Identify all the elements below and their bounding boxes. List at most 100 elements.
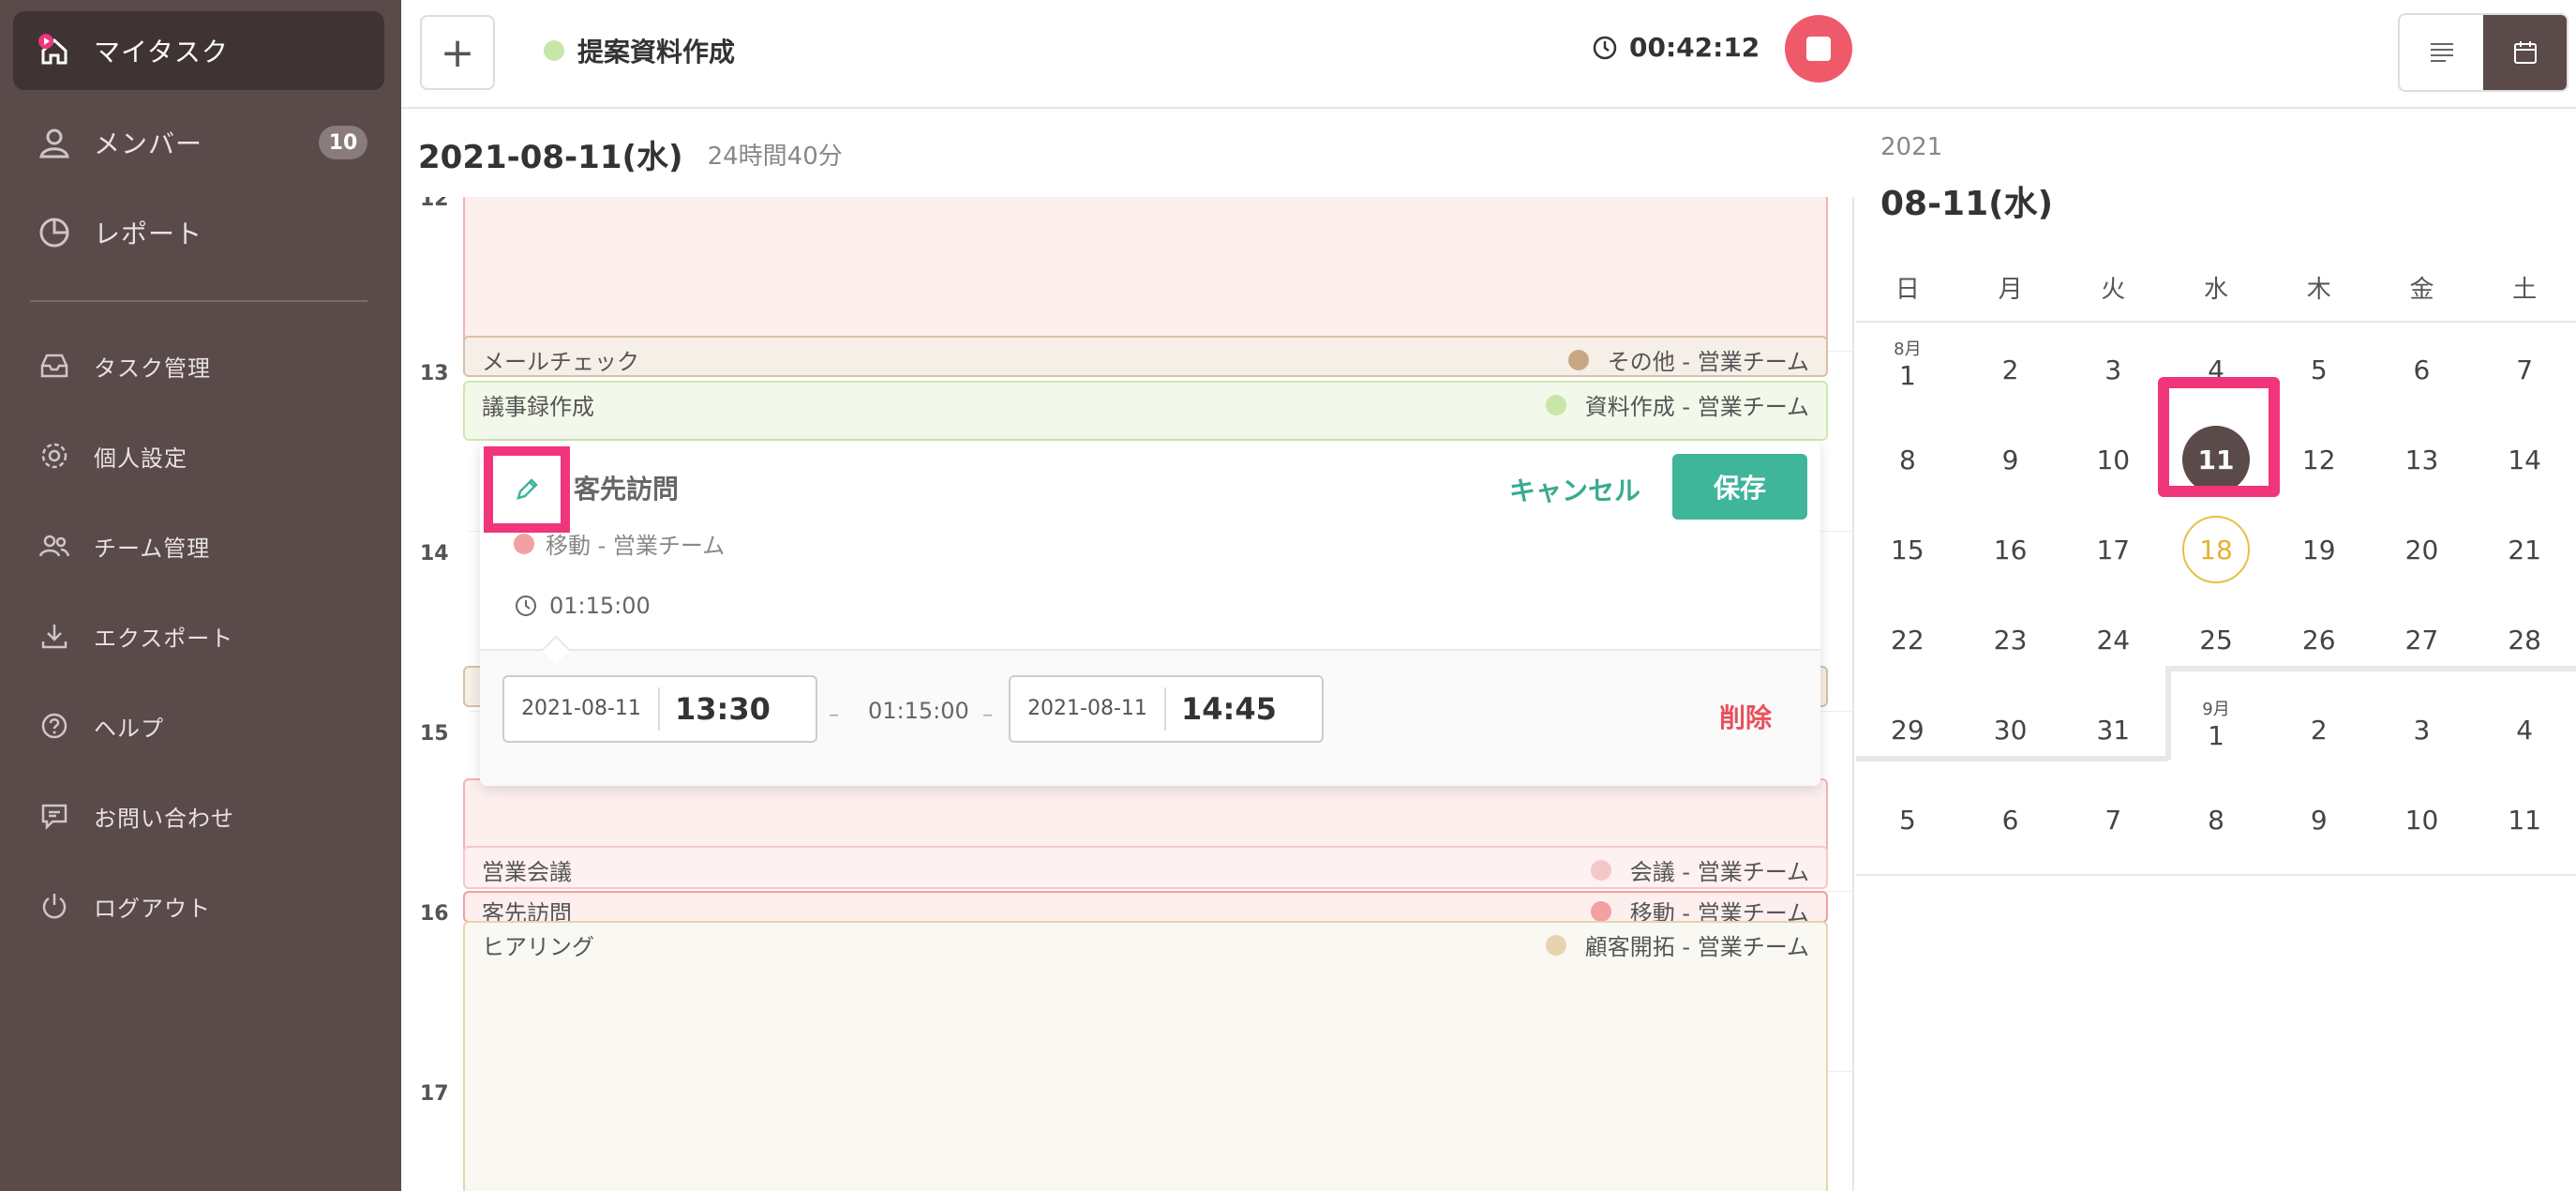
help-icon	[34, 705, 75, 746]
calendar-day[interactable]: 21	[2473, 505, 2576, 595]
calendar-icon	[2513, 41, 2537, 64]
team-icon	[34, 525, 75, 566]
calendar-day[interactable]: 6	[1959, 775, 2062, 865]
end-time[interactable]: 14:45	[1181, 691, 1277, 727]
event-category: その他 - 営業チーム	[1567, 338, 1809, 376]
calendar-day[interactable]: 7	[2061, 775, 2164, 865]
day-date: 2021-08-11(水)	[418, 138, 683, 176]
calendar-day-number: 14	[2508, 444, 2541, 475]
sidebar-item-help[interactable]: ヘルプ	[13, 686, 384, 765]
calendar-day-today[interactable]: 18	[2164, 505, 2268, 595]
calendar-day[interactable]: 19	[2268, 505, 2371, 595]
calendar-day-number: 18	[2182, 516, 2251, 583]
start-date[interactable]: 2021-08-11	[504, 687, 660, 731]
save-button[interactable]: 保存	[1672, 454, 1807, 520]
start-time[interactable]: 13:30	[675, 691, 771, 727]
calendar-day[interactable]: 3	[2061, 324, 2164, 415]
event-title[interactable]: 客先訪問	[574, 469, 679, 506]
end-datetime-field[interactable]: 2021-08-11 14:45	[1009, 675, 1324, 743]
end-date[interactable]: 2021-08-11	[1011, 687, 1166, 731]
calendar-day[interactable]: 8月 1	[1856, 324, 1959, 415]
calendar-day-number: 3	[2413, 714, 2431, 746]
sidebar-item-task-management[interactable]: タスク管理	[13, 326, 384, 405]
calendar-day[interactable]: 8	[1856, 415, 1959, 505]
timeline-event[interactable]: メールチェック その他 - 営業チーム	[463, 336, 1828, 377]
sidebar-item-export[interactable]: エクスポート	[13, 596, 384, 675]
sidebar-item-my-tasks[interactable]: マイタスク	[13, 11, 384, 90]
hour-label: 12	[420, 197, 449, 211]
calendar-day[interactable]: 3	[2371, 685, 2474, 775]
calendar-day-number: 27	[2404, 624, 2439, 656]
start-datetime-field[interactable]: 2021-08-11 13:30	[502, 675, 817, 743]
timeline-event[interactable]	[463, 197, 1828, 343]
calendar-day[interactable]: 9月 1	[2164, 685, 2268, 775]
calendar-view-button[interactable]	[2483, 15, 2567, 90]
calendar-day[interactable]: 7	[2473, 324, 2576, 415]
calendar-day-number: 16	[1993, 534, 2028, 565]
event-name: 営業会議	[482, 859, 572, 885]
calendar-day-number: 8	[2208, 804, 2224, 836]
sidebar-item-team-management[interactable]: チーム管理	[13, 506, 384, 585]
delete-button[interactable]: 削除	[1719, 698, 1772, 735]
event-category: 会議 - 営業チーム	[1590, 848, 1809, 886]
current-task[interactable]: 提案資料作成	[544, 32, 735, 69]
power-icon	[34, 885, 75, 927]
mini-calendar: 2021 08-11(水) 日 月 火 水 木 金 土 8月 1 2 3 4 5 6 7 8 9 1…	[1856, 111, 2576, 1191]
calendar-day[interactable]: 12	[2268, 415, 2371, 505]
cancel-button[interactable]: キャンセル	[1509, 471, 1640, 508]
calendar-day[interactable]: 11	[2473, 775, 2576, 865]
home-icon	[34, 30, 75, 71]
calendar-day[interactable]: 10	[2371, 775, 2474, 865]
sidebar-item-personal-settings[interactable]: 個人設定	[13, 416, 384, 495]
calendar-day[interactable]: 5	[1856, 775, 1959, 865]
calendar-year: 2021	[1880, 133, 1943, 161]
sidebar-item-contact[interactable]: お問い合わせ	[13, 776, 384, 855]
calendar-day[interactable]: 6	[2371, 324, 2474, 415]
calendar-day[interactable]: 13	[2371, 415, 2474, 505]
calendar-day-number: 7	[2516, 354, 2534, 385]
calendar-day[interactable]: 20	[2371, 505, 2474, 595]
calendar-day-number: 3	[2104, 354, 2122, 385]
event-category-selector[interactable]: 移動 - 営業チーム	[514, 527, 725, 560]
calendar-day[interactable]: 4	[2473, 685, 2576, 775]
calendar-day[interactable]: 17	[2061, 505, 2164, 595]
calendar-day[interactable]: 10	[2061, 415, 2164, 505]
add-task-button[interactable]: +	[420, 15, 495, 90]
range-duration[interactable]: 01:15:00	[868, 698, 969, 724]
calendar-day[interactable]: 16	[1959, 505, 2062, 595]
timeline-event[interactable]: ヒアリング 顧客開拓 - 営業チーム	[463, 921, 1828, 1191]
sidebar-item-logout[interactable]: ログアウト	[13, 867, 384, 945]
calendar-day[interactable]: 2	[1959, 324, 2062, 415]
month-boundary	[2165, 666, 2171, 760]
calendar-week-row: 15 16 17 18 19 20 21	[1856, 505, 2576, 595]
timeline-event[interactable]: 客先訪問 移動 - 営業チーム	[463, 891, 1828, 923]
calendar-day[interactable]: 9	[1959, 415, 2062, 505]
calendar-day[interactable]: 23	[1959, 595, 2062, 685]
calendar-day-number: 25	[2199, 624, 2233, 656]
hour-label: 14	[420, 542, 449, 565]
list-view-button[interactable]	[2400, 15, 2483, 90]
weekday-label: 日	[1895, 276, 1920, 304]
calendar-day[interactable]: 8	[2164, 775, 2268, 865]
calendar-day-number: 30	[1993, 714, 2028, 746]
edit-title-button[interactable]	[484, 446, 570, 533]
sidebar-item-label: レポート	[94, 219, 203, 249]
calendar-day[interactable]: 2	[2268, 685, 2371, 775]
sidebar: マイタスク メンバー 10 レポート タスク管理 個人設定 チーム管理 エクスポ…	[0, 0, 401, 1191]
calendar-day-number: 29	[1891, 714, 1925, 746]
calendar-selected-date: 08-11(水)	[1880, 185, 2054, 223]
timeline-event[interactable]: 営業会議 会議 - 営業チーム	[463, 846, 1828, 889]
event-category-label: 資料作成 - 営業チーム	[1584, 394, 1809, 420]
stop-timer-button[interactable]	[1785, 15, 1852, 83]
sidebar-item-members[interactable]: メンバー 10	[13, 103, 384, 182]
calendar-day[interactable]: 15	[1856, 505, 1959, 595]
sidebar-item-report[interactable]: レポート	[13, 193, 384, 272]
calendar-day[interactable]: 9	[2268, 775, 2371, 865]
calendar-day[interactable]: 5	[2268, 324, 2371, 415]
calendar-day-number: 4	[2516, 714, 2534, 746]
timeline-event[interactable]: 議事録作成 資料作成 - 営業チーム	[463, 381, 1828, 441]
calendar-day[interactable]: 22	[1856, 595, 1959, 685]
calendar-bottom-divider	[1856, 874, 2576, 876]
calendar-day[interactable]: 14	[2473, 415, 2576, 505]
calendar-day[interactable]: 24	[2061, 595, 2164, 685]
